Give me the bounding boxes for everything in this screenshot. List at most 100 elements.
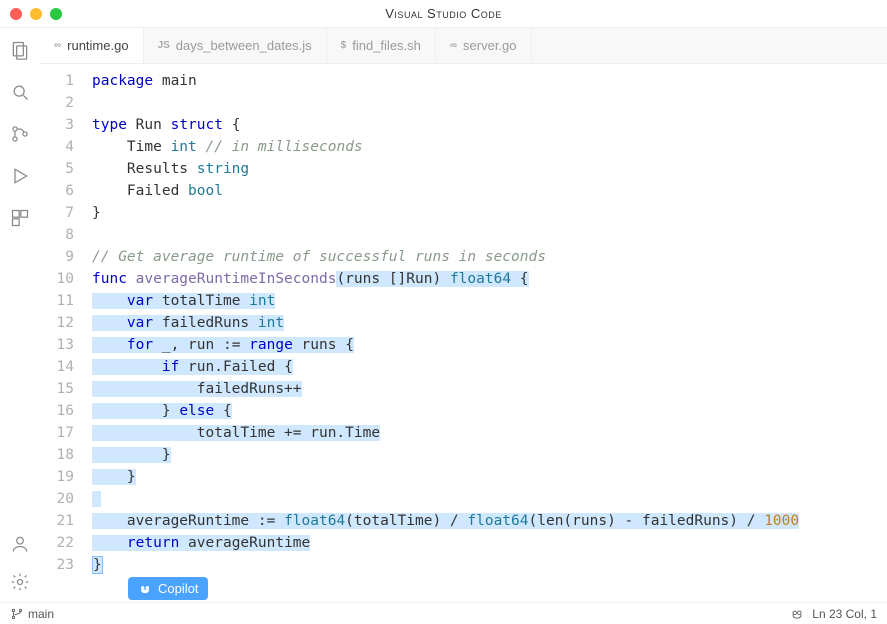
file-type-icon: ∞ bbox=[54, 40, 61, 51]
code-line[interactable]: 16 } else { bbox=[40, 400, 887, 422]
line-number: 22 bbox=[40, 532, 92, 554]
copilot-status-icon[interactable] bbox=[790, 607, 804, 621]
code-line[interactable]: 14 if run.Failed { bbox=[40, 356, 887, 378]
editor-tabs: ∞ runtime.go JSdays_between_dates.js $ find_… bbox=[40, 28, 887, 64]
explorer-icon[interactable] bbox=[8, 38, 32, 62]
code-line[interactable]: 4 Time int // in milliseconds bbox=[40, 136, 887, 158]
code-text[interactable]: type Run struct { bbox=[92, 114, 887, 136]
code-line[interactable]: 8 bbox=[40, 224, 887, 246]
code-line[interactable]: 18 } bbox=[40, 444, 887, 466]
code-text[interactable]: Time int // in milliseconds bbox=[92, 136, 887, 158]
code-line[interactable]: 1package main bbox=[40, 70, 887, 92]
code-text[interactable]: var failedRuns int bbox=[92, 312, 887, 334]
search-icon[interactable] bbox=[8, 80, 32, 104]
line-number: 11 bbox=[40, 290, 92, 312]
code-line[interactable]: 11 var totalTime int bbox=[40, 290, 887, 312]
code-text[interactable] bbox=[92, 92, 887, 114]
line-number: 7 bbox=[40, 202, 92, 224]
line-number: 1 bbox=[40, 70, 92, 92]
code-text[interactable] bbox=[92, 488, 887, 510]
code-text[interactable]: failedRuns++ bbox=[92, 378, 887, 400]
line-number: 12 bbox=[40, 312, 92, 334]
branch-name: main bbox=[28, 607, 54, 621]
line-number: 21 bbox=[40, 510, 92, 532]
code-text[interactable]: } else { bbox=[92, 400, 887, 422]
line-number: 9 bbox=[40, 246, 92, 268]
code-editor[interactable]: 1package main23type Run struct {4 Time i… bbox=[40, 64, 887, 602]
titlebar: Visual Studio Code bbox=[0, 0, 887, 28]
tab-label: runtime.go bbox=[67, 38, 128, 53]
code-line[interactable]: 2 bbox=[40, 92, 887, 114]
code-line[interactable]: 5 Results string bbox=[40, 158, 887, 180]
code-line[interactable]: 17 totalTime += run.Time bbox=[40, 422, 887, 444]
tab-find_files-sh[interactable]: $ find_files.sh bbox=[327, 28, 436, 63]
status-bar: main Ln 23 Col, 1 bbox=[0, 602, 887, 624]
tab-days_between_dates-js[interactable]: JSdays_between_dates.js bbox=[144, 28, 327, 63]
code-text[interactable]: } bbox=[92, 554, 887, 576]
code-text[interactable]: var totalTime int bbox=[92, 290, 887, 312]
code-line[interactable]: 9// Get average runtime of successful ru… bbox=[40, 246, 887, 268]
code-text[interactable]: } bbox=[92, 444, 887, 466]
file-type-icon: ∞ bbox=[450, 40, 457, 51]
code-line[interactable]: 10func averageRuntimeInSeconds(runs []Ru… bbox=[40, 268, 887, 290]
account-icon[interactable] bbox=[8, 532, 32, 556]
extensions-icon[interactable] bbox=[8, 206, 32, 230]
tab-runtime-go[interactable]: ∞ runtime.go bbox=[40, 28, 144, 63]
window-controls bbox=[0, 8, 62, 20]
branch-icon bbox=[10, 607, 24, 621]
line-number: 4 bbox=[40, 136, 92, 158]
code-text[interactable]: totalTime += run.Time bbox=[92, 422, 887, 444]
line-number: 10 bbox=[40, 268, 92, 290]
source-control-icon[interactable] bbox=[8, 122, 32, 146]
code-line[interactable]: 19 } bbox=[40, 466, 887, 488]
code-text[interactable]: } bbox=[92, 466, 887, 488]
line-number: 20 bbox=[40, 488, 92, 510]
window-title: Visual Studio Code bbox=[0, 6, 887, 21]
copilot-icon bbox=[138, 582, 152, 596]
code-line[interactable]: 7} bbox=[40, 202, 887, 224]
copilot-button[interactable]: Copilot bbox=[128, 577, 208, 600]
close-window-button[interactable] bbox=[10, 8, 22, 20]
code-text[interactable]: return averageRuntime bbox=[92, 532, 887, 554]
code-line[interactable]: 13 for _, run := range runs { bbox=[40, 334, 887, 356]
code-text[interactable]: averageRuntime := float64(totalTime) / f… bbox=[92, 510, 887, 532]
code-text[interactable]: Failed bool bbox=[92, 180, 887, 202]
code-line[interactable]: 3type Run struct { bbox=[40, 114, 887, 136]
code-text[interactable]: if run.Failed { bbox=[92, 356, 887, 378]
tab-label: find_files.sh bbox=[352, 38, 421, 53]
code-text[interactable]: // Get average runtime of successful run… bbox=[92, 246, 887, 268]
cursor-position[interactable]: Ln 23 Col, 1 bbox=[812, 607, 877, 621]
code-line[interactable]: 15 failedRuns++ bbox=[40, 378, 887, 400]
minimize-window-button[interactable] bbox=[30, 8, 42, 20]
code-line[interactable]: 12 var failedRuns int bbox=[40, 312, 887, 334]
code-line[interactable]: 23} bbox=[40, 554, 887, 576]
code-line[interactable]: 6 Failed bool bbox=[40, 180, 887, 202]
code-text[interactable]: func averageRuntimeInSeconds(runs []Run)… bbox=[92, 268, 887, 290]
maximize-window-button[interactable] bbox=[50, 8, 62, 20]
code-text[interactable] bbox=[92, 224, 887, 246]
code-text[interactable]: Results string bbox=[92, 158, 887, 180]
line-number: 6 bbox=[40, 180, 92, 202]
activity-bar bbox=[0, 28, 40, 602]
tab-server-go[interactable]: ∞server.go bbox=[436, 28, 532, 63]
code-text[interactable]: package main bbox=[92, 70, 887, 92]
git-branch-indicator[interactable]: main bbox=[10, 607, 54, 621]
line-number: 13 bbox=[40, 334, 92, 356]
line-number: 3 bbox=[40, 114, 92, 136]
settings-gear-icon[interactable] bbox=[8, 570, 32, 594]
line-number: 17 bbox=[40, 422, 92, 444]
file-type-icon: JS bbox=[158, 40, 170, 51]
line-number: 2 bbox=[40, 92, 92, 114]
line-number: 18 bbox=[40, 444, 92, 466]
code-text[interactable]: } bbox=[92, 202, 887, 224]
file-type-icon: $ bbox=[341, 40, 347, 51]
line-number: 15 bbox=[40, 378, 92, 400]
code-line[interactable]: 21 averageRuntime := float64(totalTime) … bbox=[40, 510, 887, 532]
code-text[interactable]: for _, run := range runs { bbox=[92, 334, 887, 356]
run-debug-icon[interactable] bbox=[8, 164, 32, 188]
code-line[interactable]: 22 return averageRuntime bbox=[40, 532, 887, 554]
code-line[interactable]: 20 bbox=[40, 488, 887, 510]
line-number: 16 bbox=[40, 400, 92, 422]
line-number: 23 bbox=[40, 554, 92, 576]
line-number: 8 bbox=[40, 224, 92, 246]
